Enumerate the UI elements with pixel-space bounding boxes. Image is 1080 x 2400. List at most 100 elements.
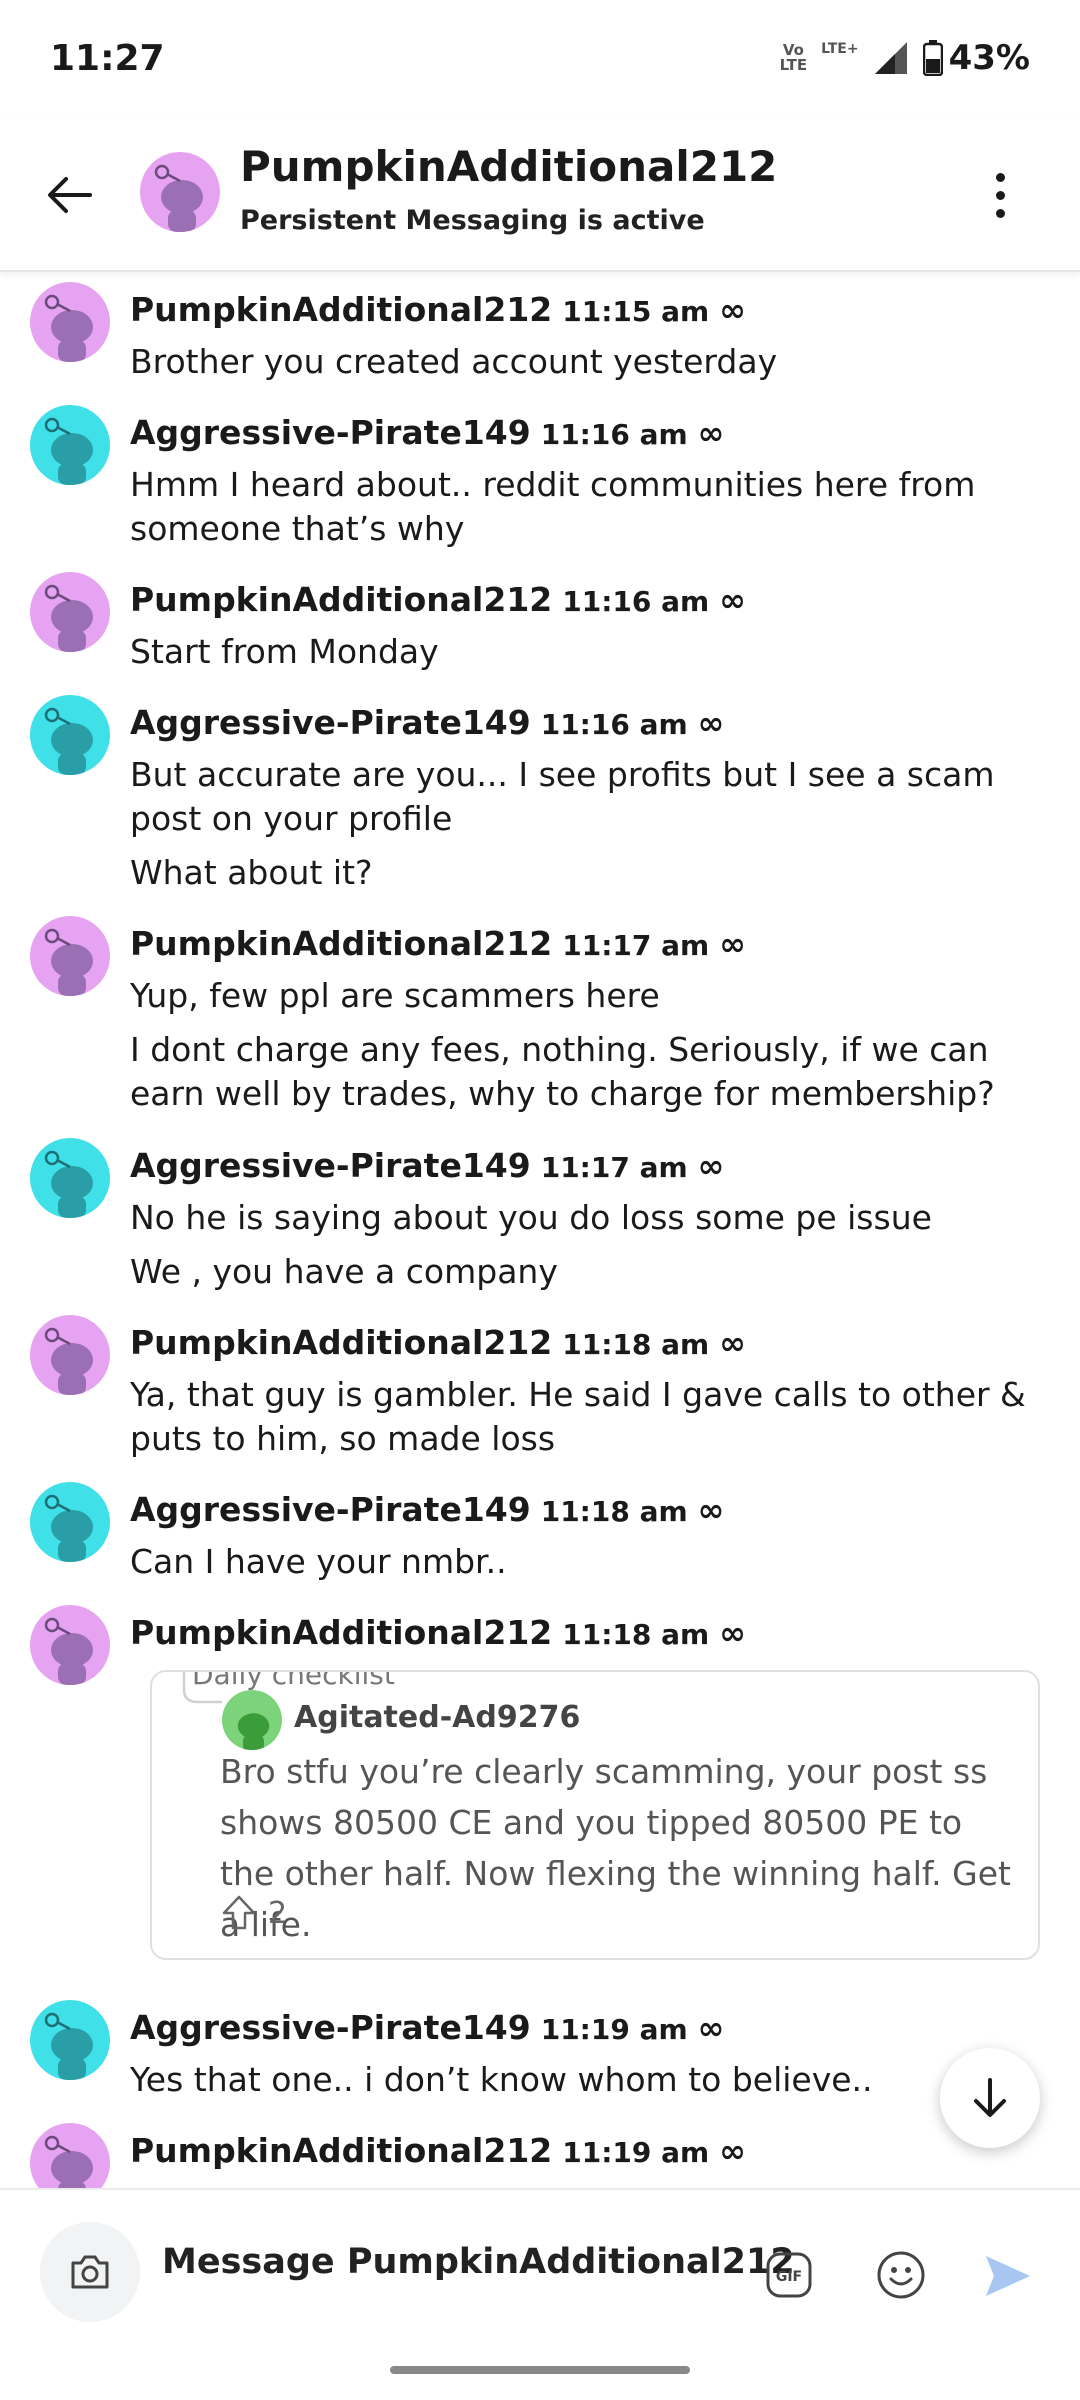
snoo-avatar-icon — [44, 2012, 93, 2080]
snoo-avatar-icon — [44, 1494, 93, 1562]
chat-title: PumpkinAdditional212 — [240, 142, 778, 191]
message-text: What about it? — [130, 853, 373, 892]
message-input[interactable]: Message PumpkinAdditional212 — [162, 2242, 795, 2282]
message-composer: Message PumpkinAdditional212 GIF — [0, 2188, 1080, 2330]
emoji-button[interactable] — [874, 2248, 928, 2302]
timestamp: 11:17 am — [562, 929, 710, 962]
chat-subtitle: Persistent Messaging is active — [240, 205, 705, 236]
system-nav-bar — [0, 2328, 1080, 2400]
message-text: Yes that one.. i don’t know whom to beli… — [130, 2060, 873, 2099]
cropped-post-title: Daily checklist — [192, 1670, 395, 1691]
avatar[interactable] — [30, 405, 110, 485]
avatar[interactable] — [30, 2000, 110, 2080]
persistent-icon: ∞ — [697, 1491, 725, 1529]
timestamp: 11:19 am — [540, 2013, 688, 2046]
more-options-button[interactable] — [970, 165, 1030, 225]
snoo-avatar-icon — [44, 707, 93, 775]
timestamp: 11:15 am — [562, 295, 710, 328]
signal-icon — [874, 42, 907, 74]
username[interactable]: PumpkinAdditional212 — [130, 1323, 552, 1362]
volte-icon: Vo LTE — [779, 41, 808, 74]
username[interactable]: PumpkinAdditional212 — [130, 580, 552, 619]
persistent-icon: ∞ — [719, 1324, 746, 1362]
snoo-avatar-icon — [44, 417, 93, 485]
lte-label: LTE+ — [821, 41, 859, 57]
avatar[interactable] — [30, 916, 110, 996]
persistent-icon: ∞ — [719, 291, 746, 329]
gif-icon: GIF — [766, 2252, 812, 2298]
avatar[interactable] — [30, 1605, 110, 1685]
snoo-avatar-icon — [44, 294, 93, 362]
arrow-down-icon — [974, 2078, 1006, 2117]
avatar[interactable] — [30, 572, 110, 652]
avatar[interactable] — [30, 282, 110, 362]
battery: 43% — [922, 38, 1030, 78]
username[interactable]: PumpkinAdditional212 — [130, 2131, 552, 2170]
avatar[interactable] — [140, 152, 220, 232]
timestamp: 11:16 am — [540, 418, 688, 451]
timestamp: 11:18 am — [562, 1328, 710, 1361]
persistent-icon: ∞ — [697, 704, 725, 742]
snoo-avatar-icon — [237, 1713, 270, 1750]
message-text: But accurate are you... I see profits bu… — [130, 755, 995, 838]
commenter-username: Agitated-Ad9276 — [294, 1700, 581, 1735]
send-icon — [986, 2256, 1030, 2296]
shared-comment-image[interactable]: Daily checklist Agitated-Ad9276 Bro stfu… — [150, 1670, 1040, 1960]
camera-icon — [71, 2255, 109, 2289]
gif-button[interactable]: GIF — [764, 2250, 814, 2300]
message-text: Start from Monday — [130, 632, 439, 671]
status-bar: 11:27 Vo LTE LTE+ 43% — [0, 0, 1080, 120]
persistent-icon: ∞ — [697, 414, 725, 452]
comment-votes: 2 — [220, 1894, 287, 1932]
username[interactable]: PumpkinAdditional212 — [130, 924, 552, 963]
username[interactable]: Aggressive-Pirate149 — [130, 1490, 531, 1529]
username[interactable]: PumpkinAdditional212 — [130, 1613, 552, 1652]
username[interactable]: PumpkinAdditional212 — [130, 290, 552, 329]
persistent-icon: ∞ — [719, 2132, 746, 2170]
avatar[interactable] — [30, 1315, 110, 1395]
vote-count: 2 — [268, 1895, 288, 1931]
timestamp: 11:16 am — [540, 708, 688, 741]
chat-header: PumpkinAdditional212 Persistent Messagin… — [0, 120, 1080, 272]
status-icons: Vo LTE LTE+ 43% — [780, 38, 1030, 78]
snoo-avatar-icon — [44, 584, 93, 652]
comment-text: Bro stfu you’re clearly scamming, your p… — [220, 1752, 1011, 1944]
avatar[interactable] — [30, 2123, 110, 2188]
scroll-to-bottom-button[interactable] — [940, 2048, 1040, 2148]
persistent-icon: ∞ — [719, 581, 746, 619]
commenter-avatar — [222, 1690, 282, 1750]
timestamp: 11:17 am — [540, 1151, 688, 1184]
username[interactable]: Aggressive-Pirate149 — [130, 413, 531, 452]
message-text: Can I have your nmbr.. — [130, 1542, 507, 1581]
timestamp: 11:18 am — [562, 1618, 710, 1651]
snoo-avatar-icon — [44, 1150, 93, 1218]
persistent-icon: ∞ — [719, 1614, 746, 1652]
thread-line-icon — [182, 1672, 222, 1704]
svg-text:GIF: GIF — [776, 2269, 802, 2285]
message-text: Ya, that guy is gambler. He said I gave … — [130, 1375, 1026, 1458]
avatar[interactable] — [30, 1482, 110, 1562]
upvote-icon — [222, 1895, 256, 1930]
timestamp: 11:19 am — [562, 2136, 710, 2169]
message-list[interactable]: PumpkinAdditional212 11:15 am ∞ Brother … — [0, 272, 1080, 2188]
avatar[interactable] — [30, 1138, 110, 1218]
username[interactable]: Aggressive-Pirate149 — [130, 703, 531, 742]
home-gesture-bar[interactable] — [390, 2366, 690, 2374]
username[interactable]: Aggressive-Pirate149 — [130, 1146, 531, 1185]
camera-button[interactable] — [40, 2222, 140, 2322]
avatar[interactable] — [30, 695, 110, 775]
send-button[interactable] — [980, 2248, 1036, 2304]
back-button[interactable] — [40, 165, 100, 225]
persistent-icon: ∞ — [697, 2009, 725, 2047]
emoji-icon — [877, 2251, 925, 2299]
timestamp: 11:18 am — [540, 1495, 688, 1528]
snoo-avatar-icon — [154, 164, 203, 232]
snoo-avatar-icon — [44, 1327, 93, 1395]
message-text: Hmm I heard about.. reddit communities h… — [130, 465, 976, 548]
message-text: I dont charge any fees, nothing. Serious… — [130, 1030, 995, 1113]
snoo-avatar-icon — [44, 1617, 93, 1685]
username[interactable]: Aggressive-Pirate149 — [130, 2008, 531, 2047]
persistent-icon: ∞ — [697, 1147, 725, 1185]
message-text: We , you have a company — [130, 1252, 558, 1291]
persistent-icon: ∞ — [719, 925, 746, 963]
